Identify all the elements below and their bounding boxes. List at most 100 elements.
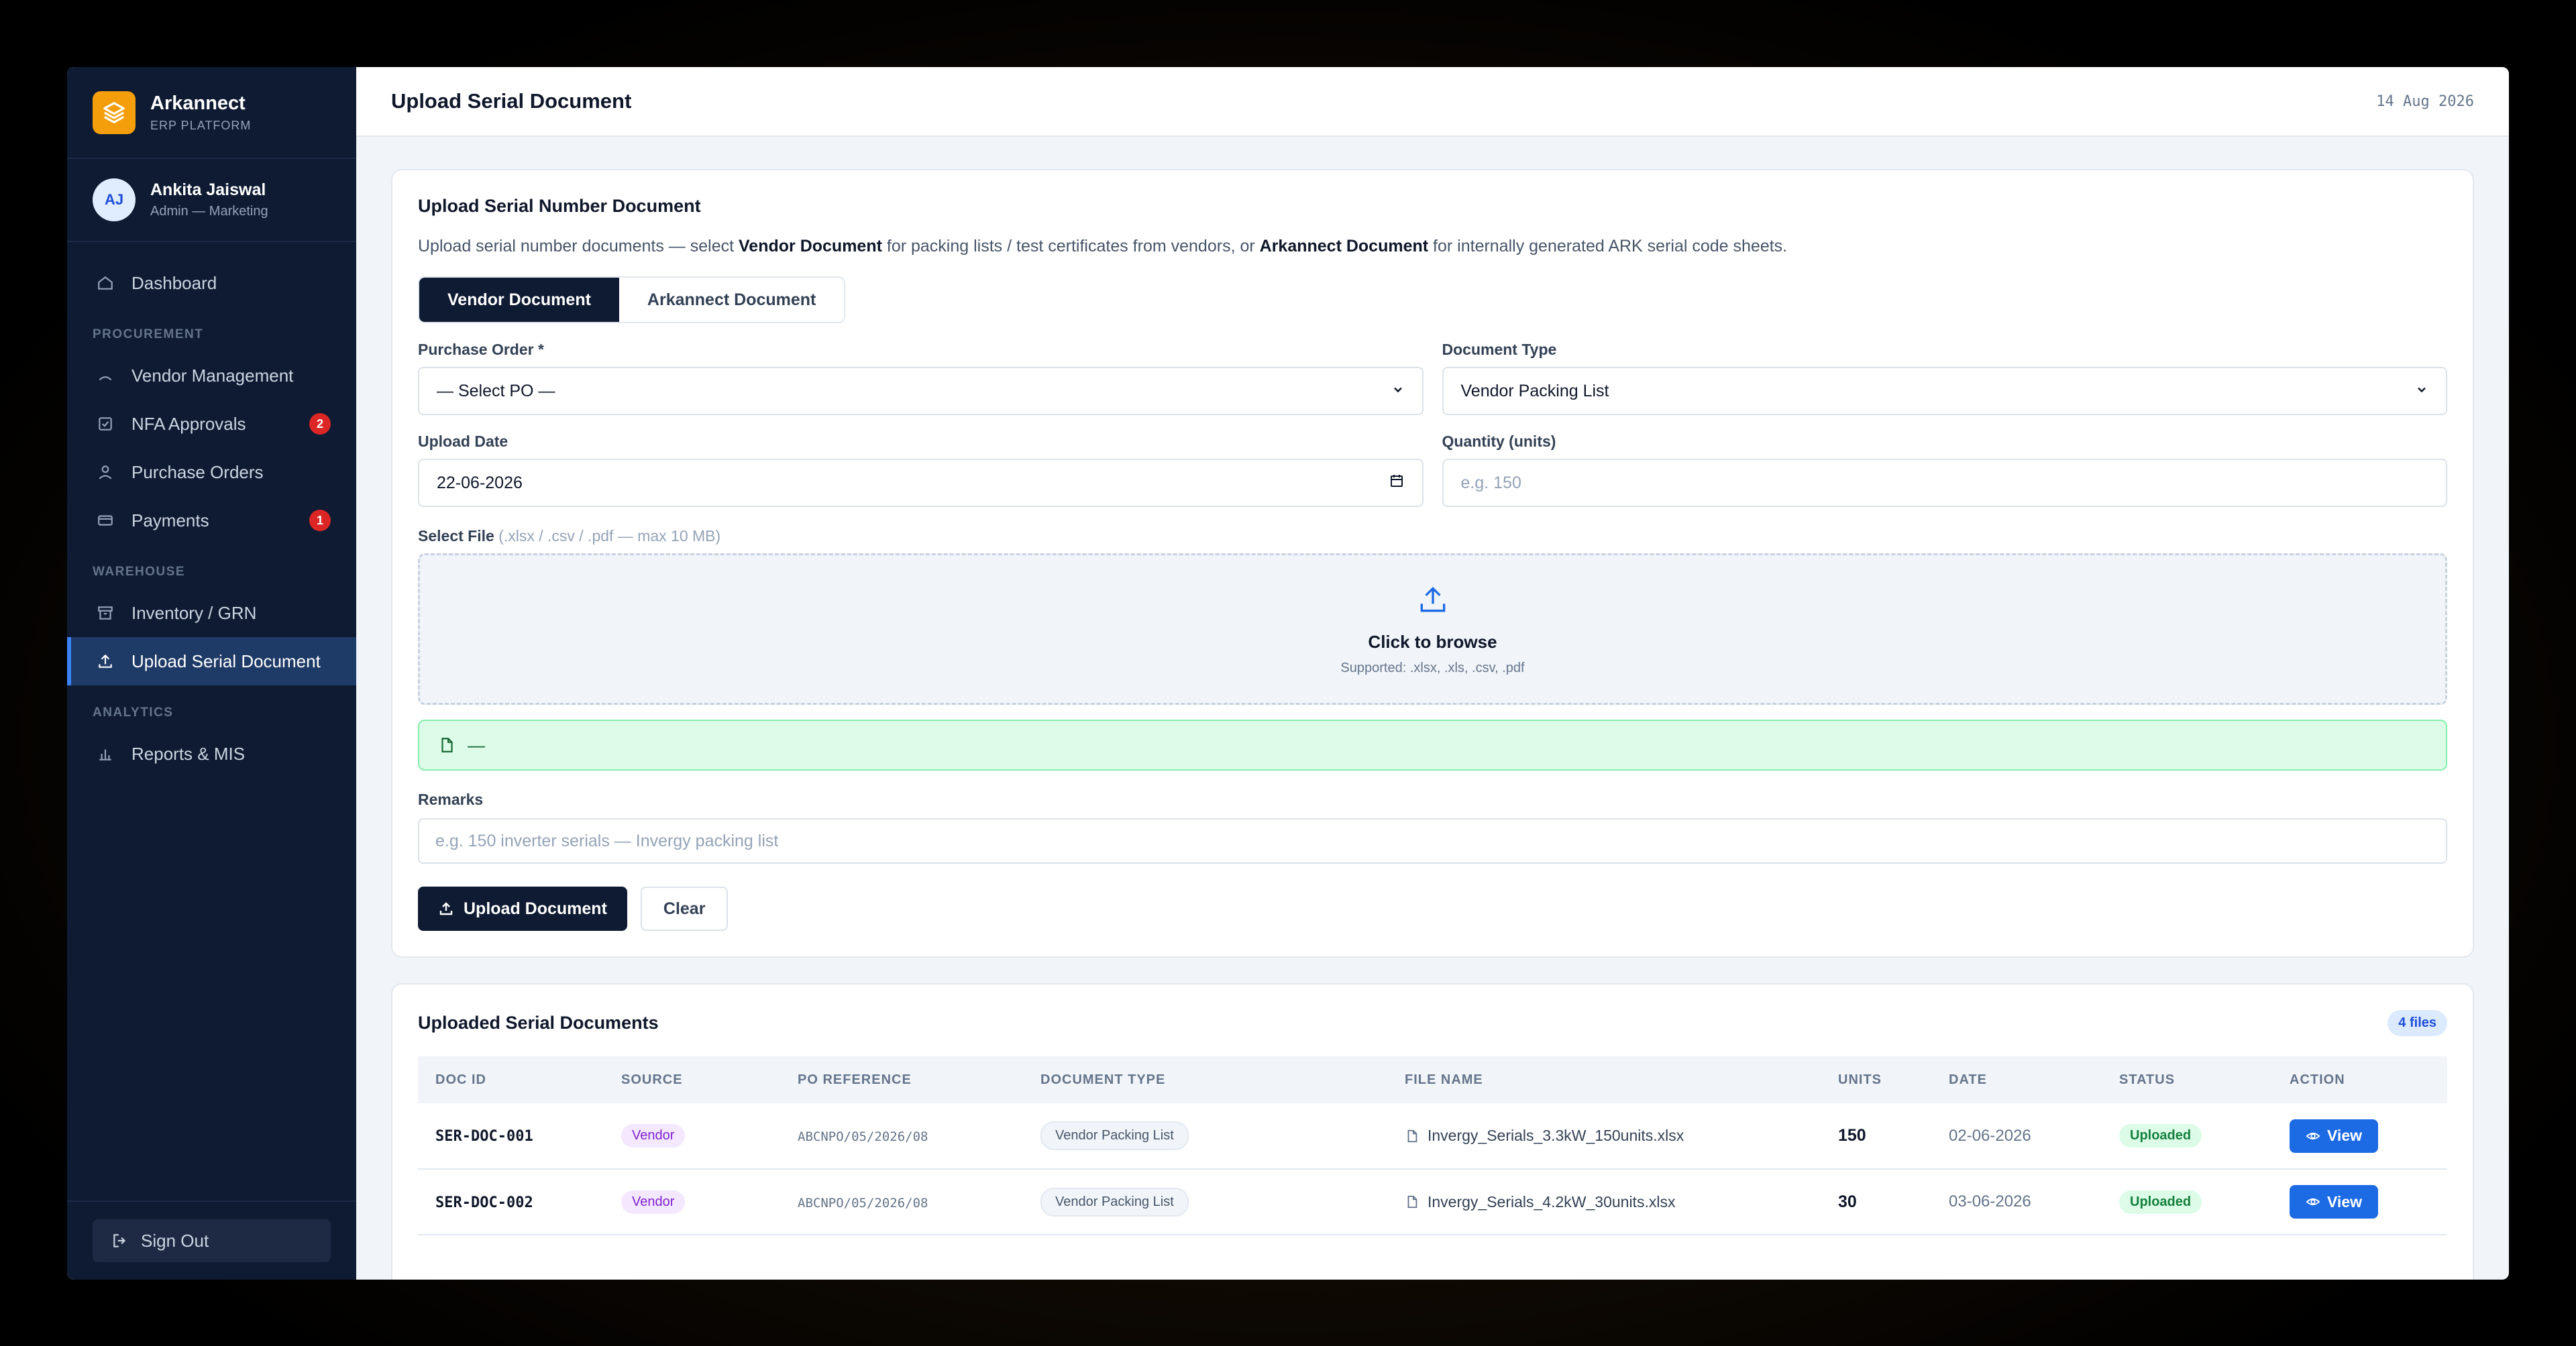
user-icon: [95, 462, 115, 482]
file-icon: [1405, 1129, 1419, 1143]
calendar-icon[interactable]: [1389, 473, 1405, 494]
upload-date-value: 22-06-2026: [437, 473, 523, 492]
sidebar-item-payments[interactable]: Payments 1: [67, 496, 356, 545]
files-count-badge: 4 files: [2387, 1010, 2447, 1036]
sidebar-nav: Dashboard PROCUREMENT Vendor Management …: [67, 242, 356, 778]
form-actions: Upload Document Clear: [418, 887, 2447, 931]
nfa-count-badge: 2: [309, 413, 331, 435]
tab-arkannect-document[interactable]: Arkannect Document: [619, 278, 845, 322]
po-select[interactable]: — Select PO —: [418, 367, 1424, 415]
po-field: Purchase Order * — Select PO —: [418, 341, 1424, 415]
table-header-row: DOC ID SOURCE PO REFERENCE DOCUMENT TYPE…: [418, 1056, 2447, 1103]
doctype-select[interactable]: Vendor Packing List: [1442, 367, 2447, 415]
form-description: Upload serial number documents — select …: [418, 237, 2447, 256]
nav-section-analytics: ANALYTICS: [93, 706, 174, 720]
uploaded-documents-card: Uploaded Serial Documents 4 files DOC ID…: [391, 983, 2474, 1280]
upload-date-label: Upload Date: [418, 433, 508, 450]
sidebar-item-label: Inventory / GRN: [131, 602, 257, 623]
user-profile: AJ Ankita Jaiswal Admin — Marketing: [67, 159, 356, 242]
user-name: Ankita Jaiswal: [150, 180, 266, 199]
nav-section-warehouse: WAREHOUSE: [93, 565, 186, 579]
table-row: SER-DOC-002 Vendor ABCNPO/05/2026/08 Ven…: [418, 1169, 2447, 1235]
source-badge: Vendor: [621, 1190, 686, 1214]
desc-vendor: Vendor Document: [739, 237, 882, 256]
sidebar-item-vendor-management[interactable]: Vendor Management: [67, 351, 356, 400]
doctype-select-value: Vendor Packing List: [1460, 381, 1609, 400]
selected-file-status: —: [418, 720, 2447, 771]
tab-vendor-document[interactable]: Vendor Document: [419, 278, 619, 322]
col-action: ACTION: [2272, 1056, 2447, 1103]
doc-id: SER-DOC-001: [435, 1128, 533, 1145]
col-doc-id[interactable]: DOC ID: [418, 1056, 604, 1103]
sign-out-button[interactable]: Sign Out: [93, 1219, 331, 1262]
dropzone-title: Click to browse: [1368, 631, 1497, 652]
view-label: View: [2327, 1127, 2362, 1144]
avatar: AJ: [93, 178, 136, 221]
desc-text: for packing lists / test certificates fr…: [881, 237, 1260, 256]
sidebar: Arkannect ERP PLATFORM AJ Ankita Jaiswal…: [67, 67, 356, 1280]
sidebar-item-reports[interactable]: Reports & MIS: [67, 730, 356, 778]
col-source[interactable]: SOURCE: [604, 1056, 780, 1103]
sidebar-item-label: Reports & MIS: [131, 743, 246, 764]
upload-icon: [438, 901, 454, 917]
top-bar: Upload Serial Document 14 Aug 2026: [356, 67, 2509, 137]
sidebar-item-upload-serial[interactable]: Upload Serial Document: [67, 637, 356, 685]
file-name-text: Invergy_Serials_4.2kW_30units.xlsx: [1428, 1192, 1676, 1211]
sidebar-item-nfa-approvals[interactable]: NFA Approvals 2: [67, 400, 356, 448]
quantity-input[interactable]: e.g. 150: [1442, 459, 2447, 507]
status-badge: Uploaded: [2119, 1190, 2202, 1214]
po-reference: ABCNPO/05/2026/08: [798, 1129, 928, 1144]
eye-icon: [2306, 1129, 2320, 1143]
clear-button[interactable]: Clear: [640, 887, 729, 931]
col-po-reference[interactable]: PO REFERENCE: [780, 1056, 1023, 1103]
documents-table: DOC ID SOURCE PO REFERENCE DOCUMENT TYPE…: [418, 1056, 2447, 1235]
upload-date-input[interactable]: 22-06-2026: [418, 459, 1424, 507]
sidebar-item-label: Purchase Orders: [131, 461, 264, 482]
po-select-value: — Select PO —: [437, 381, 555, 400]
user-role: Admin — Marketing: [150, 204, 268, 219]
main-area: Upload Serial Document 14 Aug 2026 Uploa…: [356, 67, 2509, 1280]
remarks-input[interactable]: e.g. 150 inverter serials — Invergy pack…: [418, 818, 2447, 864]
col-status[interactable]: STATUS: [2102, 1056, 2272, 1103]
content: Upload Serial Number Document Upload ser…: [356, 137, 2509, 1280]
archive-icon: [95, 603, 115, 623]
document-type-badge: Vendor Packing List: [1040, 1121, 1189, 1150]
sidebar-item-label: Upload Serial Document: [131, 651, 321, 671]
chevron-down-icon: [1391, 382, 1405, 401]
sidebar-item-label: Dashboard: [131, 272, 217, 293]
quantity-label: Quantity (units): [1442, 433, 1556, 450]
file-label-hint: (.xlsx / .csv / .pdf — max 10 MB): [494, 527, 721, 545]
upload-document-button[interactable]: Upload Document: [418, 887, 627, 931]
units-value: 30: [1838, 1192, 1857, 1211]
form-title: Upload Serial Number Document: [418, 196, 701, 216]
view-label: View: [2327, 1192, 2362, 1211]
col-file-name[interactable]: FILE NAME: [1387, 1056, 1821, 1103]
sidebar-footer: Sign Out: [67, 1200, 356, 1280]
file-icon: [1405, 1194, 1419, 1209]
home-icon: [95, 273, 115, 293]
file-name: Invergy_Serials_3.3kW_150units.xlsx: [1405, 1127, 1821, 1145]
payments-count-badge: 1: [309, 510, 331, 531]
selected-file-name: —: [468, 734, 485, 755]
check-square-icon: [95, 414, 115, 434]
col-document-type[interactable]: DOCUMENT TYPE: [1023, 1056, 1387, 1103]
chevron-down-icon: [2415, 382, 2428, 401]
brand-subtitle: ERP PLATFORM: [150, 118, 252, 132]
layers-icon: [93, 91, 136, 134]
view-button[interactable]: View: [2290, 1185, 2378, 1219]
desc-text: Upload serial number documents — select: [418, 237, 739, 256]
sidebar-item-inventory[interactable]: Inventory / GRN: [67, 589, 356, 637]
units-value: 150: [1838, 1126, 1866, 1145]
nav-section-procurement: PROCUREMENT: [93, 327, 204, 341]
col-units[interactable]: UNITS: [1821, 1056, 1931, 1103]
sidebar-item-purchase-orders[interactable]: Purchase Orders: [67, 448, 356, 496]
file-dropzone[interactable]: Click to browse Supported: .xlsx, .xls, …: [418, 553, 2447, 705]
col-date[interactable]: DATE: [1931, 1056, 2102, 1103]
sidebar-item-dashboard[interactable]: Dashboard: [67, 259, 356, 307]
dropzone-subtitle: Supported: .xlsx, .xls, .csv, .pdf: [1340, 660, 1525, 675]
uploaded-title: Uploaded Serial Documents: [418, 1013, 659, 1033]
doc-id: SER-DOC-002: [435, 1194, 533, 1211]
card-icon: [95, 510, 115, 530]
view-button[interactable]: View: [2290, 1119, 2378, 1153]
file-name: Invergy_Serials_4.2kW_30units.xlsx: [1405, 1193, 1821, 1211]
